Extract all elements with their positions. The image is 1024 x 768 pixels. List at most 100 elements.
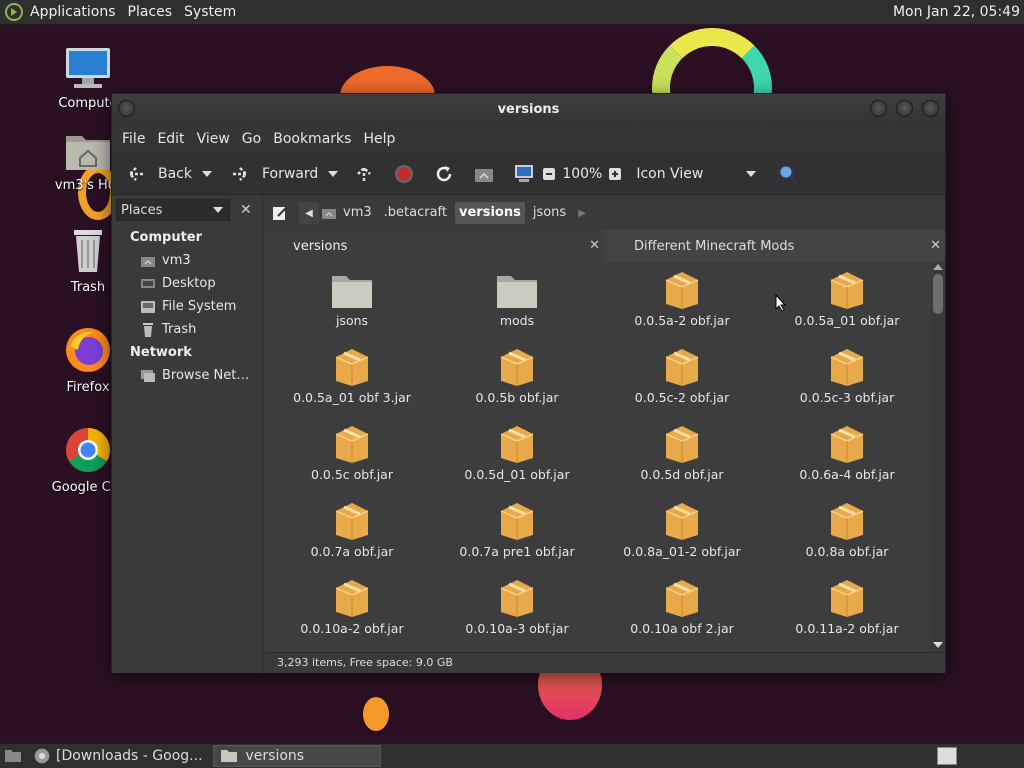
minimize-button[interactable]: [870, 100, 887, 117]
distro-logo-icon[interactable]: [4, 0, 24, 24]
taskbar-item-label: [Downloads - Goog...: [56, 748, 203, 764]
sidebar-item-label: File System: [162, 299, 237, 314]
stop-icon[interactable]: [392, 162, 416, 186]
file-item[interactable]: 0.0.10a-2 obf.jar: [272, 578, 432, 652]
search-icon[interactable]: [776, 162, 800, 186]
sidebar-item-file-system[interactable]: File System: [112, 295, 262, 318]
menu-bookmarks[interactable]: Bookmarks: [267, 131, 357, 147]
forward-button[interactable]: Forward: [224, 159, 322, 189]
taskbar-item-label: versions: [245, 748, 305, 764]
file-item[interactable]: 0.0.7a obf.jar: [272, 501, 432, 577]
zoom-in-icon[interactable]: [606, 162, 624, 186]
jar-package-icon: [660, 578, 704, 618]
menu-view[interactable]: View: [191, 131, 236, 147]
workspace-switcher[interactable]: [937, 747, 957, 765]
back-button[interactable]: Back: [120, 159, 196, 189]
up-arrow-icon[interactable]: [352, 162, 376, 186]
applications-menu[interactable]: Applications: [24, 0, 122, 25]
close-sidebar-icon[interactable]: ✕: [240, 202, 252, 218]
menu-help[interactable]: Help: [357, 131, 401, 147]
clock[interactable]: Mon Jan 22, 05:49: [893, 4, 1024, 20]
file-item[interactable]: 0.0.10a-3 obf.jar: [437, 578, 597, 652]
folder-icon: [330, 270, 374, 310]
sidebar-item-browse-network[interactable]: Browse Net…: [112, 364, 262, 387]
reload-icon[interactable]: [432, 162, 456, 186]
sidebar-item-desktop[interactable]: Desktop: [112, 272, 262, 295]
file-item[interactable]: 0.0.5a_01 obf 3.jar: [272, 347, 432, 423]
file-item[interactable]: 0.0.5c-2 obf.jar: [602, 347, 762, 423]
file-item[interactable]: 0.0.5d obf.jar: [602, 424, 762, 500]
crumb-versions[interactable]: versions: [455, 202, 525, 224]
scroll-down-arrow[interactable]: [933, 642, 943, 648]
menu-go[interactable]: Go: [236, 131, 267, 147]
computer-icon[interactable]: [512, 162, 536, 186]
crumb-jsons[interactable]: jsons: [529, 202, 570, 224]
sidebar-item-label: Browse Net…: [162, 368, 250, 383]
file-name: 0.0.8a_01-2 obf.jar: [623, 544, 741, 559]
file-name: 0.0.5c-2 obf.jar: [634, 390, 730, 405]
home-icon: [140, 253, 156, 269]
back-history-dropdown[interactable]: [202, 171, 212, 177]
zoom-out-icon[interactable]: [540, 162, 558, 186]
jar-package-icon: [825, 270, 869, 310]
close-tab-icon[interactable]: ✕: [589, 238, 600, 253]
edit-location-icon[interactable]: [269, 201, 291, 225]
menu-file[interactable]: File: [116, 131, 151, 147]
top-panel: Applications Places System Mon Jan 22, 0…: [0, 0, 1024, 25]
status-bar: 3,293 items, Free space: 9.0 GB: [265, 652, 945, 673]
home-icon[interactable]: [472, 162, 496, 186]
tab-versions[interactable]: versions ✕: [265, 230, 604, 262]
scroll-up-arrow[interactable]: [933, 264, 943, 270]
chrome-icon: [66, 428, 110, 472]
content-pane: ◀ vm3 .betacraft versions jsons ▶ versio…: [265, 196, 945, 673]
maximize-button[interactable]: [896, 100, 913, 117]
vertical-scrollbar[interactable]: [931, 262, 945, 652]
file-item[interactable]: 0.0.7a pre1 obf.jar: [437, 501, 597, 577]
jar-package-icon: [330, 347, 374, 387]
path-right-arrow-icon[interactable]: ▶: [578, 208, 586, 219]
jar-package-icon: [660, 347, 704, 387]
window-menu-button[interactable]: [118, 100, 135, 117]
tab-different-minecraft-mods[interactable]: Different Minecraft Mods ✕: [604, 230, 945, 262]
taskbar-item-downloads-chrome[interactable]: [Downloads - Goog...: [28, 745, 209, 767]
show-desktop-icon[interactable]: [2, 744, 24, 768]
system-menu[interactable]: System: [178, 0, 242, 25]
taskbar-item-versions[interactable]: versions: [212, 745, 381, 767]
folder-icon: [495, 270, 539, 310]
zoom-level[interactable]: 100%: [558, 159, 606, 189]
file-item[interactable]: 0.0.5a-2 obf.jar: [602, 270, 762, 346]
file-item[interactable]: 0.0.5b obf.jar: [437, 347, 597, 423]
mouse-cursor-icon: [775, 294, 787, 312]
file-item[interactable]: 0.0.11a-2 obf.jar: [767, 578, 927, 652]
menu-bar: File Edit View Go Bookmarks Help: [112, 125, 945, 153]
file-item[interactable]: 0.0.5c-3 obf.jar: [767, 347, 927, 423]
file-item[interactable]: jsons: [272, 270, 432, 346]
close-tab-icon[interactable]: ✕: [930, 238, 941, 253]
sidebar-item-trash[interactable]: Trash: [112, 318, 262, 341]
file-item[interactable]: 0.0.10a obf 2.jar: [602, 578, 762, 652]
file-name: mods: [499, 313, 535, 328]
scroll-thumb[interactable]: [933, 274, 943, 314]
places-selector[interactable]: Places: [116, 199, 230, 221]
sidebar-item-label: Trash: [162, 322, 197, 337]
file-item[interactable]: 0.0.8a_01-2 obf.jar: [602, 501, 762, 577]
path-left-arrow-icon[interactable]: ◀: [299, 202, 319, 224]
forward-history-dropdown[interactable]: [328, 171, 339, 177]
menu-edit[interactable]: Edit: [151, 131, 190, 147]
file-item[interactable]: 0.0.8a obf.jar: [767, 501, 927, 577]
places-sidebar: Places ✕ Computer vm3 Desktop File Syste…: [112, 196, 263, 673]
close-button[interactable]: [922, 100, 939, 117]
file-item[interactable]: 0.0.6a-4 obf.jar: [767, 424, 927, 500]
title-bar[interactable]: versions: [112, 94, 945, 125]
places-menu[interactable]: Places: [122, 0, 179, 25]
crumb-betacraft[interactable]: .betacraft: [380, 202, 451, 224]
folder-icon: [220, 750, 237, 762]
file-item[interactable]: 0.0.5c obf.jar: [272, 424, 432, 500]
sidebar-item-vm3[interactable]: vm3: [112, 249, 262, 272]
file-item[interactable]: mods: [437, 270, 597, 346]
crumb-vm3[interactable]: vm3: [339, 202, 376, 224]
view-mode-dropdown-arrow[interactable]: [746, 171, 757, 177]
file-item[interactable]: 0.0.5d_01 obf.jar: [437, 424, 597, 500]
file-item[interactable]: 0.0.5a_01 obf.jar: [767, 270, 927, 346]
view-mode-select[interactable]: Icon View: [632, 159, 740, 189]
